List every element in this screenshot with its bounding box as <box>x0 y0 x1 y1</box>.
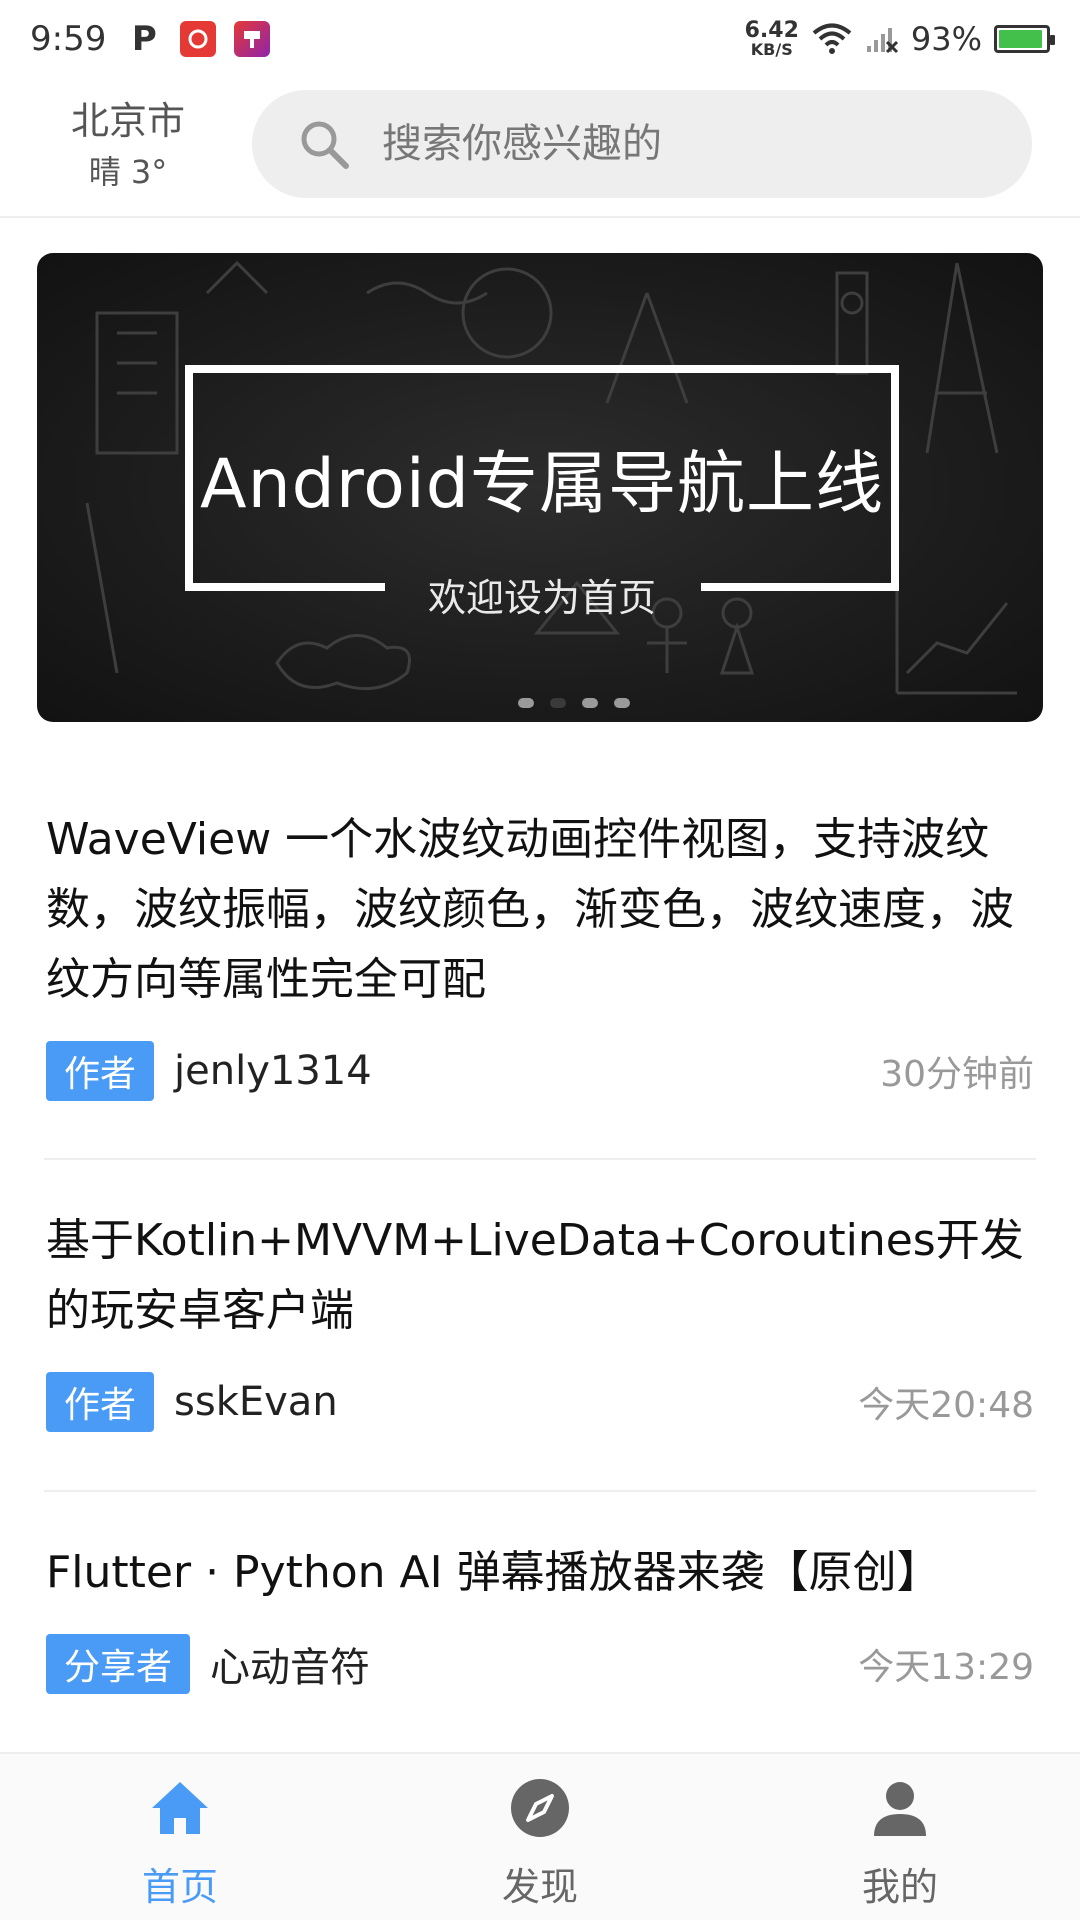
article-title: Flutter · Python AI 弹幕播放器来袭【原创】 <box>46 1547 941 1598</box>
article-meta: 作者 jenly1314 30分钟前 <box>46 1041 1034 1101</box>
app-icon <box>234 21 271 57</box>
banner-carousel[interactable]: Android专属导航上线 欢迎设为首页 <box>37 253 1043 722</box>
carousel-dot[interactable] <box>518 698 534 708</box>
author-tag: 作者 <box>46 1372 155 1432</box>
article-time: 30分钟前 <box>880 1054 1034 1095</box>
author-tag: 作者 <box>46 1041 155 1101</box>
nav-mine-label: 我的 <box>861 1865 938 1909</box>
carousel-indicator <box>71 698 1043 708</box>
search-input[interactable] <box>382 121 1002 167</box>
search-bar[interactable] <box>252 90 1032 198</box>
weather-widget[interactable]: 北京市 晴 3° <box>58 90 198 193</box>
article-item[interactable]: 基于Kotlin+MVVM+LiveData+Coroutines开发的玩安卓客… <box>46 1206 1034 1432</box>
home-icon <box>152 1782 208 1834</box>
banner-title: Android专属导航上线 <box>200 445 884 524</box>
divider <box>44 1490 1036 1492</box>
nav-home[interactable]: 首页 <box>0 1754 360 1920</box>
article-meta: 分享者 心动音符 今天13:29 <box>46 1634 1034 1694</box>
nav-mine[interactable]: 我的 <box>720 1754 1080 1920</box>
battery-icon <box>994 25 1055 53</box>
netease-icon <box>180 21 217 57</box>
status-time: 9:59 <box>30 19 107 59</box>
parking-icon: P <box>131 19 157 59</box>
divider <box>44 1158 1036 1160</box>
bottom-nav: 首页 发现 我的 <box>0 1752 1080 1920</box>
status-bar: 9:59 P 6.42 KB/S 93% <box>0 0 1080 78</box>
signal-icon <box>866 28 898 54</box>
carousel-dot[interactable] <box>550 698 566 708</box>
battery-level <box>999 30 1042 48</box>
city-label: 北京市 <box>70 99 185 143</box>
article-meta: 作者 sskEvan 今天20:48 <box>46 1372 1034 1432</box>
banner-subtitle: 欢迎设为首页 <box>427 576 656 620</box>
weather-label: 晴 3° <box>88 153 168 191</box>
network-speed: 6.42 KB/S <box>744 18 799 59</box>
status-right: 6.42 KB/S 93% <box>744 18 1055 59</box>
search-icon <box>301 121 349 169</box>
nav-discover-label: 发现 <box>501 1865 578 1909</box>
wifi-icon <box>812 23 852 54</box>
article-author[interactable]: sskEvan <box>174 1379 338 1425</box>
nav-home-label: 首页 <box>141 1865 218 1909</box>
battery-percent: 93% <box>910 20 982 58</box>
compass-icon <box>511 1779 569 1837</box>
article-author[interactable]: jenly1314 <box>174 1048 372 1094</box>
article-time: 今天13:29 <box>858 1647 1034 1688</box>
article-item[interactable]: Flutter · Python AI 弹幕播放器来袭【原创】 分享者 心动音符… <box>46 1538 1034 1694</box>
person-icon <box>874 1782 926 1836</box>
carousel-dot[interactable] <box>582 698 598 708</box>
article-title: WaveView 一个水波纹动画控件视图，支持波纹数，波纹振幅，波纹颜色，渐变色… <box>46 814 1014 1005</box>
notification-icons: P <box>126 19 271 59</box>
header: 北京市 晴 3° <box>0 78 1080 218</box>
sharer-tag: 分享者 <box>46 1634 191 1694</box>
article-title: 基于Kotlin+MVVM+LiveData+Coroutines开发的玩安卓客… <box>46 1215 1024 1336</box>
article-item[interactable]: WaveView 一个水波纹动画控件视图，支持波纹数，波纹振幅，波纹颜色，渐变色… <box>46 805 1034 1101</box>
nav-discover[interactable]: 发现 <box>360 1754 720 1920</box>
article-time: 今天20:48 <box>858 1385 1034 1426</box>
article-author[interactable]: 心动音符 <box>210 1635 370 1693</box>
carousel-dot[interactable] <box>614 698 630 708</box>
